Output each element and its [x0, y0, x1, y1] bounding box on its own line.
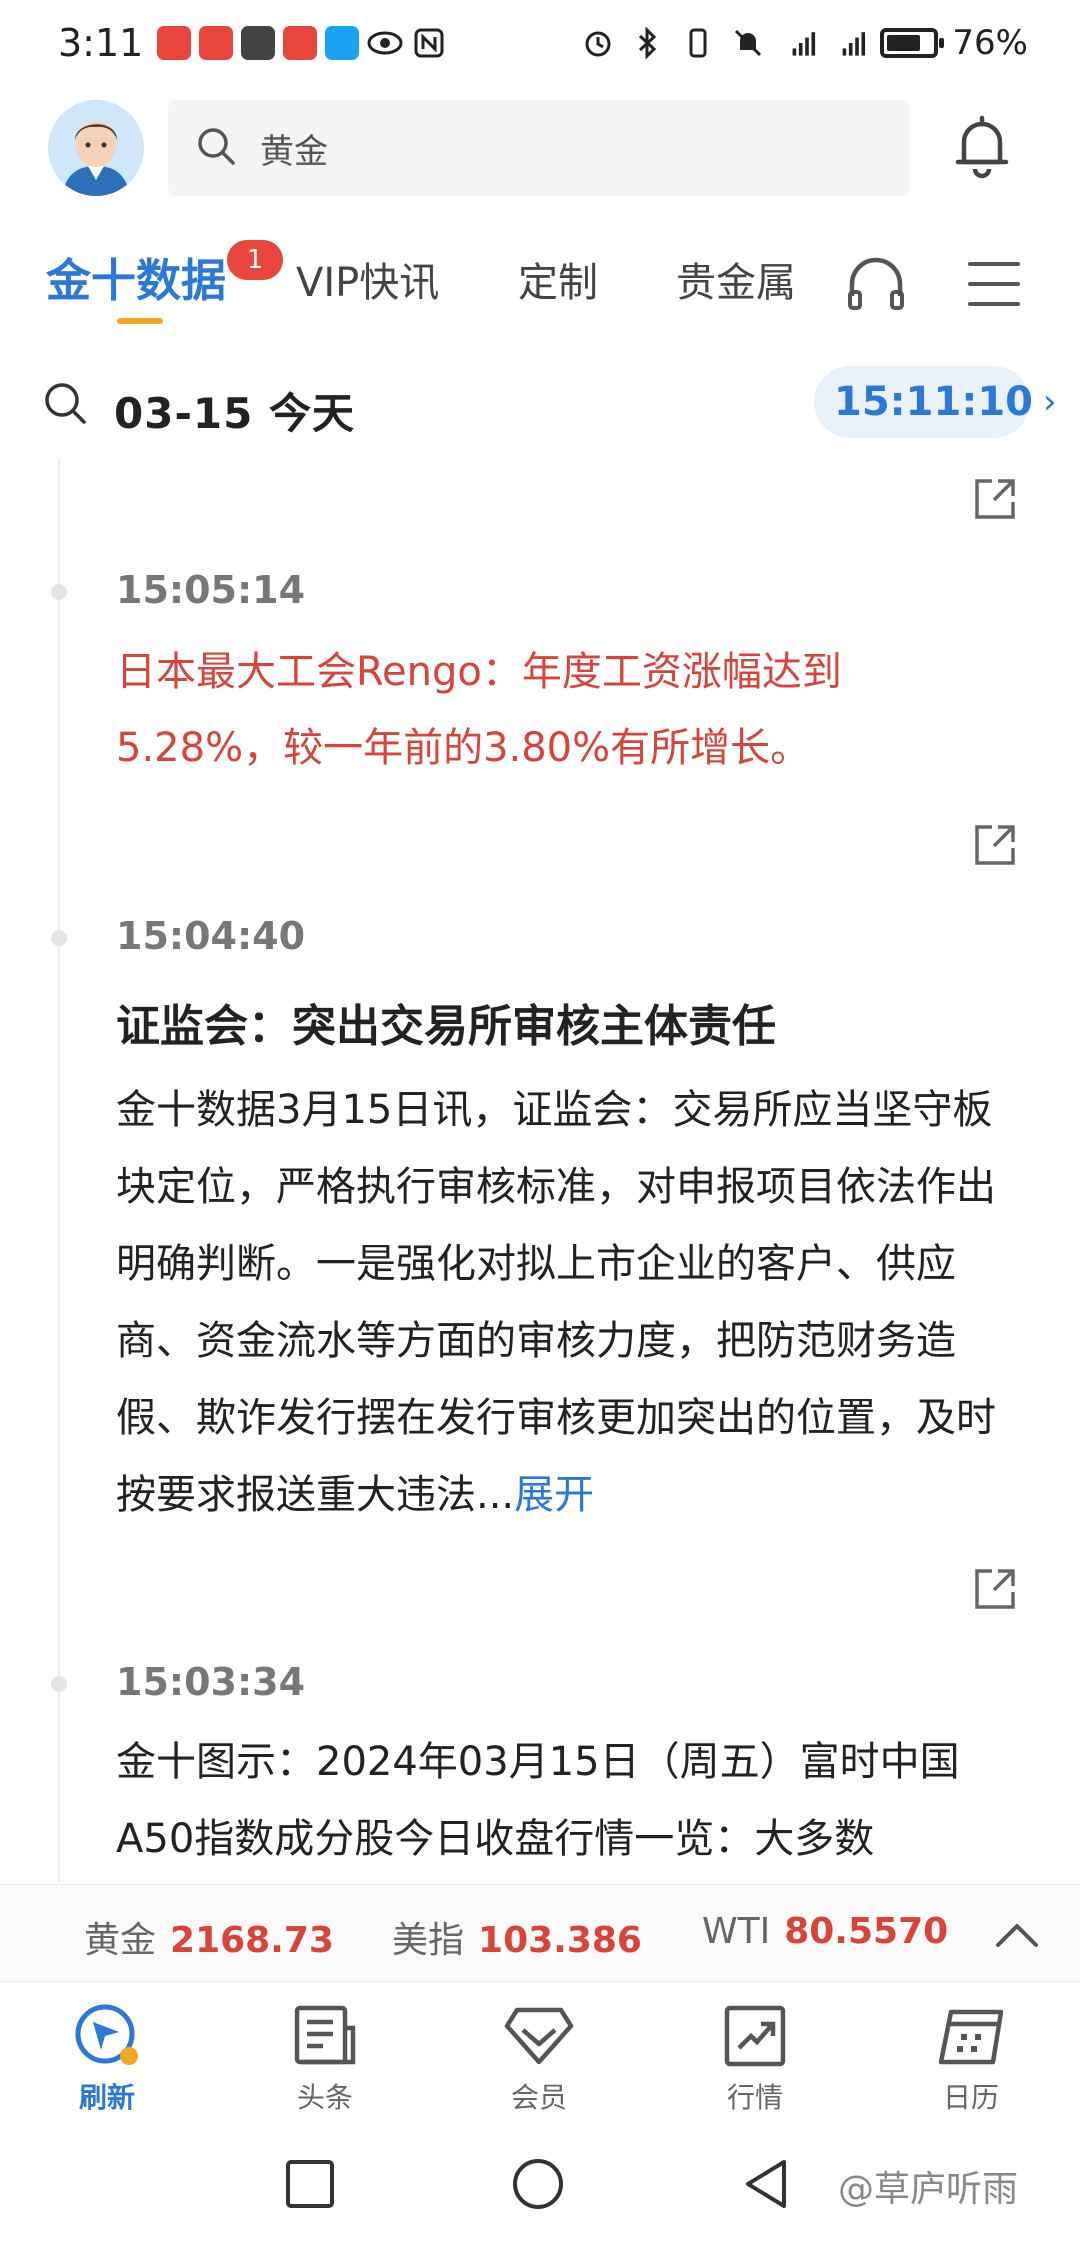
chevron-up-icon[interactable]	[994, 1915, 1040, 1955]
system-nav-bar: @草庐听雨	[0, 2124, 1080, 2244]
date-row: 03-15 今天 15:11:10 ›	[0, 362, 1080, 442]
nav-item-refresh[interactable]: 刷新	[42, 2002, 172, 2116]
trend-chart-icon	[719, 2002, 791, 2070]
refresh-compass-icon	[71, 2002, 143, 2070]
diamond-icon	[503, 2002, 575, 2070]
huawei-app-icon	[199, 26, 234, 60]
status-right: 76%	[580, 23, 1028, 63]
nfc-icon	[411, 25, 447, 61]
vibrate-icon	[680, 25, 716, 61]
timeline-dot	[51, 1676, 67, 1692]
mute-bell-icon	[730, 25, 766, 61]
bell-icon[interactable]	[952, 114, 1012, 180]
ticker-item-gold[interactable]: 黄金 2168.73	[84, 1911, 334, 1963]
nav-label: 头条	[296, 2081, 353, 2114]
timeline-line	[58, 458, 60, 1882]
ticker-name: WTI	[702, 1911, 771, 1952]
timeline-dot	[51, 584, 67, 600]
nav-label: 行情	[726, 2081, 783, 2114]
huawei-app-icon	[157, 26, 192, 60]
tab-precious-metals[interactable]: 贵金属	[676, 250, 796, 308]
bluetooth-icon	[630, 25, 666, 61]
eye-icon	[367, 25, 403, 61]
app-header: 黄金	[0, 96, 1080, 196]
ticker-item-dxy[interactable]: 美指 103.386	[392, 1911, 642, 1963]
status-bar: 3:11 76%	[0, 0, 1080, 86]
current-time: 15:11:10	[834, 379, 1033, 425]
newspaper-icon	[289, 2002, 361, 2070]
share-icon[interactable]	[972, 1566, 1018, 1612]
share-icon[interactable]	[972, 476, 1018, 522]
news-time: 15:03:34	[116, 1660, 306, 1704]
recents-button[interactable]	[280, 2154, 340, 2214]
nav-item-headlines[interactable]: 头条	[260, 2002, 390, 2116]
search-app-icon	[325, 26, 360, 60]
news-title[interactable]: 证监会：突出交易所审核主体责任	[116, 990, 1016, 1054]
q-app-icon	[241, 26, 276, 60]
ticker-value: 80.5570	[784, 1911, 949, 1952]
battery-percent: 76%	[952, 23, 1028, 63]
current-time-pill[interactable]: 15:11:10 ›	[814, 366, 1057, 438]
ticker-name: 美指	[392, 1920, 465, 1961]
nav-label: 会员	[510, 2081, 567, 2114]
active-tab-indicator	[117, 318, 163, 324]
ticker-item-wti[interactable]: WTI 80.5570	[702, 1911, 948, 1952]
nav-label: 刷新	[78, 2081, 135, 2114]
headset-icon[interactable]	[846, 256, 906, 312]
battery-fill	[887, 35, 921, 51]
huawei-app-icon	[283, 26, 318, 60]
nav-item-membership[interactable]: 会员	[474, 2002, 604, 2116]
ticker-value: 2168.73	[170, 1920, 334, 1961]
news-body[interactable]: 金十数据3月15日讯，证监会：交易所应当坚守板块定位，严格执行审核标准，对申报项…	[116, 1072, 1016, 1534]
nav-label: 日历	[942, 2081, 999, 2114]
search-input-value: 黄金	[260, 131, 328, 172]
news-time: 15:04:40	[116, 914, 306, 958]
chevron-right-icon: ›	[1042, 382, 1057, 422]
signal-4g-icon	[830, 25, 866, 61]
menu-icon[interactable]	[968, 262, 1020, 306]
home-button[interactable]	[508, 2154, 568, 2214]
channel-tabs: 金十数据 1 VIP快讯 定制 贵金属	[0, 240, 1080, 330]
ticker-name: 黄金	[84, 1920, 157, 1961]
news-time: 15:05:14	[116, 568, 306, 612]
ticker-value: 103.386	[478, 1920, 642, 1961]
expand-link[interactable]: 展开	[514, 1472, 594, 1518]
tab-jin10-data[interactable]: 金十数据	[46, 244, 226, 309]
back-button[interactable]	[736, 2154, 796, 2214]
bottom-nav: 刷新 头条 会员 行情 日历	[0, 1984, 1080, 2124]
status-time: 3:11	[58, 21, 144, 65]
tab-custom[interactable]: 定制	[518, 250, 598, 308]
calendar-icon	[935, 2002, 1007, 2070]
tab-vip-flash[interactable]: VIP快讯	[296, 250, 439, 308]
nav-item-market[interactable]: 行情	[690, 2002, 820, 2116]
search-icon[interactable]	[42, 380, 88, 430]
search-bar[interactable]: 黄金	[168, 100, 910, 196]
news-text-important[interactable]: 日本最大工会Rengo：年度工资涨幅达到5.28%，较一年前的3.80%有所增长…	[116, 634, 996, 786]
alarm-icon	[580, 25, 616, 61]
timeline-dot	[51, 930, 67, 946]
avatar[interactable]	[48, 100, 144, 196]
date-label: 03-15 今天	[114, 389, 355, 438]
nav-item-calendar[interactable]: 日历	[906, 2002, 1036, 2116]
notification-icons	[157, 25, 447, 61]
tab-badge: 1	[227, 240, 283, 280]
signal-4g-icon	[780, 25, 816, 61]
news-body[interactable]: 金十图示：2024年03月15日（周五）富时中国A50指数成分股今日收盘行情一览…	[116, 1724, 1016, 1878]
market-ticker[interactable]: 黄金 2168.73 美指 103.386 WTI 80.5570	[0, 1884, 1080, 1982]
news-body-text: 金十数据3月15日讯，证监会：交易所应当坚守板块定位，严格执行审核标准，对申报项…	[116, 1087, 996, 1518]
search-icon	[196, 126, 236, 170]
watermark: @草庐听雨	[838, 2169, 1019, 2210]
share-icon[interactable]	[972, 822, 1018, 868]
battery-icon	[880, 28, 945, 58]
